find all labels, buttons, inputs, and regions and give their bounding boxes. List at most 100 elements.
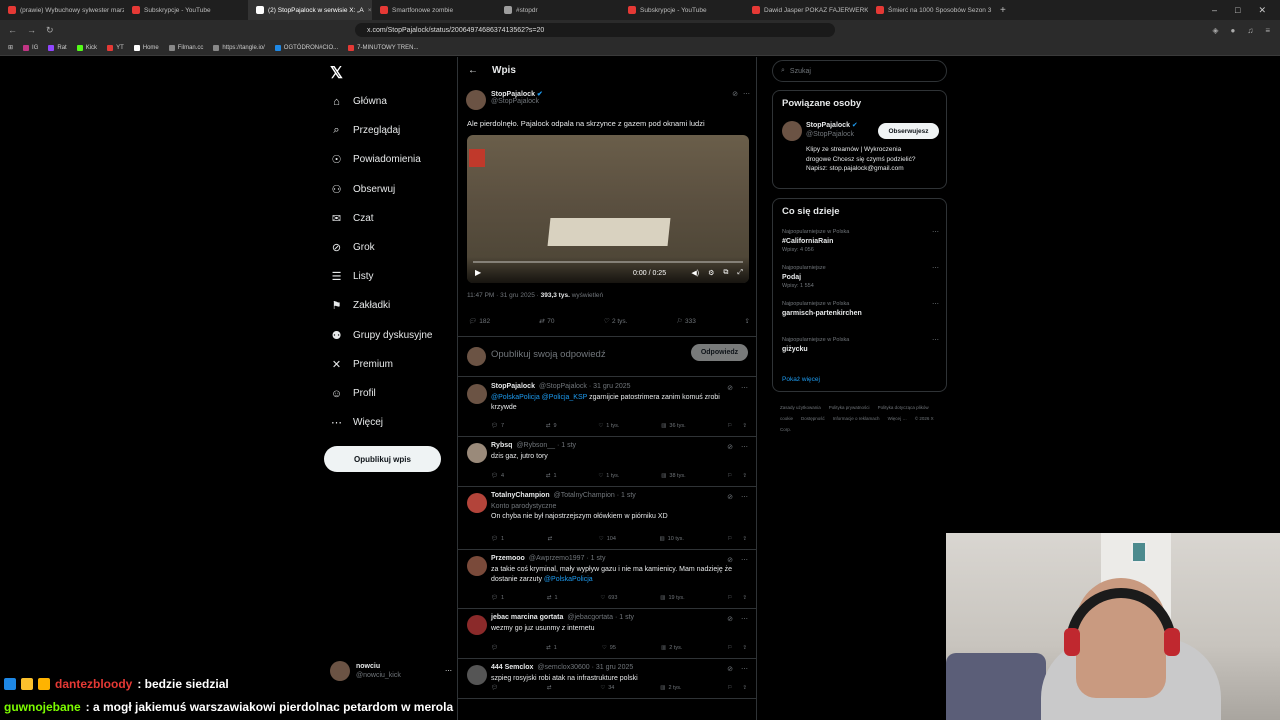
menu-icon[interactable]: ≡	[1265, 26, 1270, 35]
bookmark-item[interactable]: IG	[23, 44, 38, 51]
footer-link[interactable]: Dostępność	[801, 416, 825, 421]
more-icon[interactable]: ⋯	[445, 667, 452, 675]
bookmark-icon[interactable]: ⚐	[727, 595, 732, 601]
reply-handle-date[interactable]: @StopPajalock · 31 gru 2025	[539, 383, 631, 390]
tweet-time[interactable]: 11:47 PM · 31 gru 2025 ·	[467, 292, 539, 299]
views-action[interactable]: ▥ 10 tys.	[659, 536, 683, 542]
reply-tweet[interactable]: jebac marcina gortata @jebacgortata · 1 s…	[458, 609, 756, 659]
close-tab-icon[interactable]: ×	[368, 7, 372, 14]
trend-item[interactable]: Najpopularniejsze Podaj Wpisy: 1 554 ⋯	[782, 264, 939, 291]
search-input[interactable]: ⌕ Szukaj	[772, 60, 947, 82]
pip-icon[interactable]: ⧉	[723, 269, 728, 277]
like-action[interactable]: ♡ 104	[599, 536, 616, 542]
forward-icon[interactable]: →	[27, 25, 36, 36]
reply-handle-date[interactable]: @semclox30600 · 31 gru 2025	[537, 664, 633, 671]
grok-icon[interactable]: ⊘	[727, 556, 733, 564]
video-player[interactable]: ▶ 0:00 / 0:25 ◀) ⚙ ⧉ ⤢	[467, 135, 749, 283]
bookmark-item[interactable]: Kick	[76, 44, 97, 51]
avatar[interactable]	[467, 556, 487, 576]
grok-icon[interactable]: ⊘	[727, 615, 733, 623]
bookmark-action[interactable]: ⚐ 333	[676, 317, 696, 326]
avatar[interactable]	[467, 615, 487, 635]
nav-item-communities[interactable]: ⚉ Grupy dyskusyjne	[330, 329, 433, 342]
footer-link[interactable]: Polityka prywatności	[829, 405, 870, 410]
share-icon[interactable]: ⇪	[742, 473, 747, 479]
reply-author-name[interactable]: StopPajalock	[491, 383, 535, 390]
bookmark-item[interactable]: Home	[133, 44, 159, 51]
reply-author-name[interactable]: Rybsq	[491, 442, 512, 449]
reply-author-name[interactable]: 444 Semclox	[491, 664, 533, 671]
person-name[interactable]: StopPajalock	[806, 122, 850, 129]
bookmark-item[interactable]: Filman.cc	[168, 44, 203, 51]
browser-tab[interactable]: Śmierć na 1000 Sposobów Sezon 3	[868, 0, 992, 20]
more-icon[interactable]: ⋯	[741, 556, 748, 564]
share-icon[interactable]: ⇪	[742, 595, 747, 601]
reply-author-name[interactable]: jebac marcina gortata	[491, 614, 563, 621]
reply-action[interactable]: 💬︎ 1	[491, 536, 504, 542]
bookmark-icon[interactable]: ⚐	[727, 645, 732, 651]
nav-item-mail[interactable]: ✉ Czat	[330, 212, 374, 225]
like-action[interactable]: ♡ 34	[600, 685, 614, 691]
nav-item-bell[interactable]: ☉ Powiadomienia	[330, 153, 421, 166]
reply-action[interactable]: 💬︎	[491, 645, 501, 651]
bookmark-item[interactable]: 7-MINUTOWY TREN...	[348, 44, 418, 51]
share-icon[interactable]: ⇪	[742, 685, 747, 691]
bookmark-item[interactable]: OGTÓDRON#CIO...	[274, 44, 338, 51]
more-icon[interactable]: ⋯	[741, 493, 748, 501]
new-tab-button[interactable]: +	[992, 5, 1014, 16]
follow-button[interactable]: Obserwujesz	[878, 123, 939, 139]
reply-action[interactable]: 💬︎ 182	[468, 317, 490, 326]
browser-tab[interactable]: Subskrypcje - YouTube	[124, 0, 248, 20]
bookmark-icon[interactable]: ⚐	[727, 473, 732, 479]
share-icon[interactable]: ⇪	[742, 423, 747, 429]
more-icon[interactable]: ⋯	[741, 443, 748, 451]
trend-item[interactable]: Najpopularniejsze w Polska giżycku ⋯	[782, 336, 939, 354]
repost-action[interactable]: ⇄ 1	[546, 473, 557, 479]
grok-icon[interactable]: ⊘	[727, 665, 733, 673]
person-handle[interactable]: @StopPajalock	[806, 131, 854, 138]
like-action[interactable]: ♡ 693	[600, 595, 617, 601]
more-icon[interactable]: ⋯	[932, 228, 939, 237]
reply-handle-date[interactable]: @jebacgortata · 1 sty	[567, 614, 634, 621]
mention-link[interactable]: @PolskaPolicja	[544, 576, 593, 583]
reply-handle-date[interactable]: @TotalnyChampion · 1 sty	[554, 492, 636, 499]
reply-handle-date[interactable]: @Awprzemo1997 · 1 sty	[529, 555, 606, 562]
bookmark-item[interactable]: https://tangle.io/	[213, 44, 265, 51]
browser-tab[interactable]: (prawie) Wybuchowy sylwester marz	[0, 0, 124, 20]
more-icon[interactable]: ⋯	[932, 336, 939, 345]
nav-item-more[interactable]: ⋯ Więcej	[330, 416, 383, 429]
url-field[interactable]: x.com/StopPajalock/status/20064974686374…	[355, 23, 835, 37]
bookmark-item[interactable]: Rat	[48, 44, 67, 51]
views-action[interactable]: ▥ 38 tys.	[661, 473, 685, 479]
repost-action[interactable]: ⇄	[547, 685, 555, 691]
share-icon[interactable]: ⇪	[742, 536, 747, 542]
views-action[interactable]: ▥ 2 tys.	[661, 645, 682, 651]
nav-item-home[interactable]: ⌂ Główna	[330, 95, 387, 108]
views-action[interactable]: ▥ 2 tys.	[660, 685, 681, 691]
reply-button[interactable]: Odpowiedz	[691, 344, 748, 361]
repost-action[interactable]: ⇄ 9	[546, 423, 557, 429]
nav-item-premium[interactable]: ✕ Premium	[330, 358, 393, 371]
video-progress-bar[interactable]	[473, 261, 743, 263]
more-icon[interactable]: ⋯	[932, 264, 939, 273]
fullscreen-icon[interactable]: ⤢	[737, 269, 743, 277]
extension-icon[interactable]: ●	[1230, 26, 1235, 35]
reply-tweet[interactable]: StopPajalock @StopPajalock · 31 gru 2025 ⊘…	[458, 378, 756, 437]
grok-icon[interactable]: ⊘	[727, 443, 733, 451]
show-more-link[interactable]: Pokaż więcej	[782, 376, 820, 383]
views-action[interactable]: ▥ 36 tys.	[661, 423, 685, 429]
trend-item[interactable]: Najpopularniejsze w Polska #CaliforniaRai…	[782, 228, 939, 255]
like-action[interactable]: ♡ 1 tys.	[598, 423, 619, 429]
reply-tweet[interactable]: TotalnyChampion @TotalnyChampion · 1 sty ⊘…	[458, 487, 756, 550]
avatar[interactable]	[467, 665, 487, 685]
nav-item-follow[interactable]: ⚇ Obserwuj	[330, 183, 396, 196]
extension-icon[interactable]: ◈	[1212, 26, 1218, 35]
reply-action[interactable]: 💬︎ 1	[491, 595, 504, 601]
repost-action[interactable]: ⇄ 1	[546, 645, 557, 651]
play-icon[interactable]: ▶	[475, 268, 481, 277]
reply-action[interactable]: 💬︎ 7	[491, 423, 504, 429]
reply-handle-date[interactable]: @Rybson__ · 1 sty	[516, 442, 576, 449]
views-action[interactable]: ▥ 19 tys.	[660, 595, 684, 601]
bookmark-icon[interactable]: ⚐	[727, 423, 732, 429]
nav-item-list[interactable]: ☰ Listy	[330, 270, 374, 283]
